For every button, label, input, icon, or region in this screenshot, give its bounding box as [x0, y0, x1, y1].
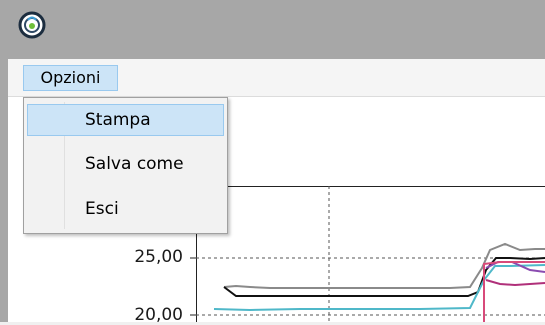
menu-item-stampa[interactable]: Stampa — [27, 104, 224, 136]
menu-item-esci[interactable]: Esci — [27, 194, 224, 226]
menu-item-salva-come[interactable]: Salva come — [27, 149, 224, 181]
series-line-black — [223, 257, 545, 297]
opzioni-dropdown-menu: Stampa Salva come Esci — [23, 97, 228, 234]
series-line-magenta — [485, 279, 545, 287]
